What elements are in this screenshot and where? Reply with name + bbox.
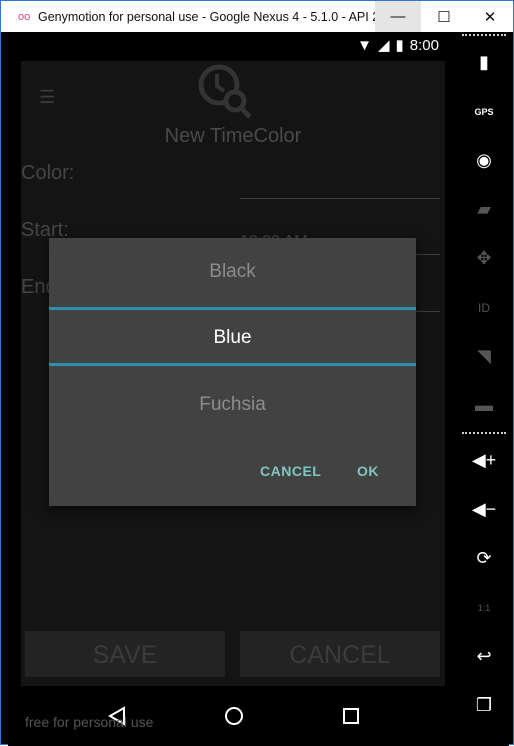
clock: 8:00 (409, 36, 439, 54)
dpad-icon[interactable]: ✥ (476, 234, 491, 283)
signal-icon: ◢ (377, 37, 390, 54)
webcam-icon[interactable]: ◉ (476, 136, 492, 185)
divider (462, 432, 506, 434)
color-field[interactable] (240, 171, 440, 199)
save-button[interactable]: SAVE (25, 631, 225, 677)
rss-icon[interactable]: ◥ (477, 332, 491, 381)
sms-icon[interactable]: ▬ (475, 381, 493, 430)
wifi-icon: ▼ (357, 36, 372, 54)
dialog-ok-button[interactable]: OK (357, 463, 379, 479)
android-screen: ▼ ◢ ▮ 8:00 ☰ New TimeColor Color: Start:… (8, 32, 459, 746)
volume-up-icon[interactable]: ◀+ (472, 436, 496, 485)
color-label: Color: (21, 162, 75, 184)
option-blue[interactable]: Blue (49, 327, 416, 349)
divider (462, 34, 506, 36)
genymotion-toolbar: ▮ GPS ◉ ▰ ✥ ID ◥ ▬ ◀+ ◀− ⟳ 1:1 ↩ ❐ (459, 32, 509, 746)
cancel-button[interactable]: CANCEL (240, 631, 440, 677)
option-fuchsia[interactable]: Fuchsia (49, 394, 416, 416)
minimize-button[interactable]: — (375, 1, 421, 32)
color-picker-dialog: Black Blue Fuchsia CANCEL OK (49, 238, 416, 506)
clock-search-logo-icon (198, 64, 252, 119)
home-icon[interactable] (224, 706, 244, 726)
window-title: Genymotion for personal use - Google Nex… (38, 9, 375, 24)
battery-charging-icon: ▮ (395, 37, 404, 54)
recents-icon[interactable] (342, 707, 360, 725)
back-icon[interactable]: ↩ (476, 632, 491, 681)
watermark: free for personal use (25, 714, 154, 730)
emulator-window: oo Genymotion for personal use - Google … (0, 0, 514, 746)
pixel-perfect-icon[interactable]: 1:1 (478, 583, 491, 632)
device-id-icon[interactable]: ID (478, 283, 490, 332)
media-icon[interactable]: ▰ (477, 185, 491, 234)
page-title: New TimeColor (164, 125, 302, 147)
status-bar: ▼ ◢ ▮ 8:00 (357, 36, 439, 55)
gps-icon[interactable]: GPS (474, 87, 493, 136)
dialog-cancel-button[interactable]: CANCEL (260, 463, 321, 479)
volume-down-icon[interactable]: ◀− (472, 485, 496, 534)
recent-apps-icon[interactable]: ❐ (476, 681, 492, 730)
maximize-button[interactable]: ☐ (421, 1, 467, 32)
genymotion-logo-icon: oo (18, 10, 31, 23)
close-button[interactable]: ✕ (467, 1, 513, 32)
option-black[interactable]: Black (49, 261, 416, 283)
rotate-icon[interactable]: ⟳ (476, 534, 491, 583)
selection-divider-bottom (49, 363, 416, 366)
title-bar: oo Genymotion for personal use - Google … (1, 1, 513, 32)
hamburger-menu-icon[interactable]: ☰ (39, 87, 55, 108)
battery-icon[interactable]: ▮ (479, 38, 489, 87)
selection-divider-top (49, 307, 416, 310)
